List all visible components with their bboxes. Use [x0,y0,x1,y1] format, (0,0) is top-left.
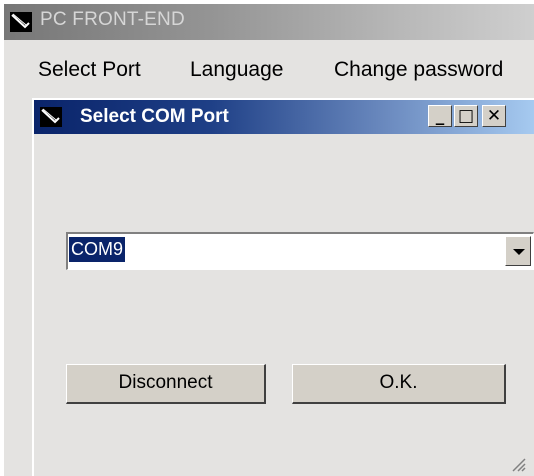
com-port-select[interactable]: COM9 [66,232,534,270]
main-window: PC FRONT-END Select Port Language Change… [4,4,534,476]
chevron-down-icon [513,249,525,255]
dropdown-arrow-button[interactable] [505,236,531,266]
app-logo-icon [10,12,32,32]
dialog-title: Select COM Port [80,106,229,127]
menu-bar: Select Port Language Change password [4,58,534,88]
minimize-icon: _ [435,106,445,126]
com-port-selected-value: COM9 [69,237,126,262]
resize-grip-icon[interactable] [508,454,526,472]
menu-change-password[interactable]: Change password [334,58,503,82]
maximize-icon: □ [457,106,475,126]
minimize-button[interactable]: _ [428,105,452,127]
close-icon: ✕ [486,106,502,126]
ok-button[interactable]: O.K. [292,364,506,404]
main-window-titlebar[interactable]: PC FRONT-END [4,4,534,40]
select-com-port-dialog: Select COM Port _ □ ✕ COM9 Disconnect O.… [32,98,534,476]
menu-select-port[interactable]: Select Port [38,58,141,82]
maximize-button[interactable]: □ [454,105,478,127]
main-window-title: PC FRONT-END [40,9,185,30]
menu-language[interactable]: Language [190,58,283,82]
dialog-titlebar[interactable]: Select COM Port _ □ ✕ [34,100,534,134]
disconnect-button[interactable]: Disconnect [66,364,266,404]
close-button[interactable]: ✕ [482,105,506,127]
app-logo-icon [40,107,62,127]
